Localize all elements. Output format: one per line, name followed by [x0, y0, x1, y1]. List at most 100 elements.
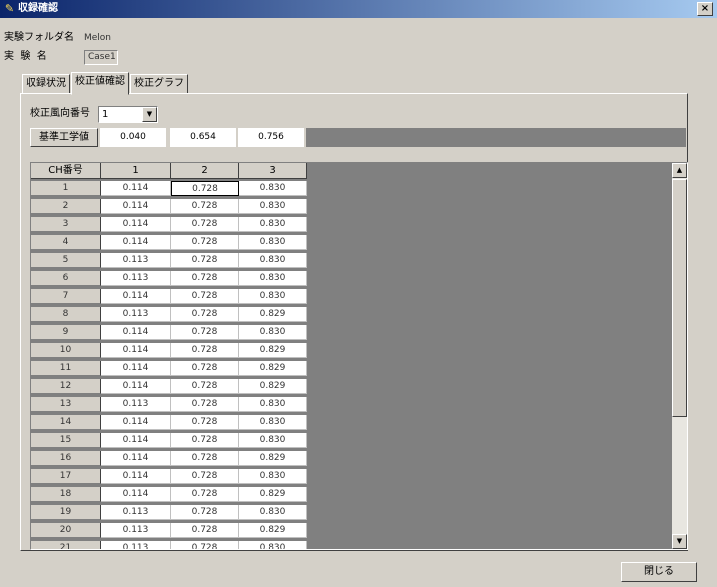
- grid-cell[interactable]: 0.113: [101, 307, 171, 322]
- row-header[interactable]: 16: [31, 451, 101, 466]
- grid-cell[interactable]: 0.728: [171, 325, 239, 340]
- grid-cell[interactable]: 0.829: [239, 361, 307, 376]
- grid-cell[interactable]: 0.728: [171, 307, 239, 322]
- grid-cell[interactable]: 0.728: [171, 397, 239, 412]
- wind-direction-label: 校正風向番号: [30, 108, 90, 119]
- grid-cell[interactable]: 0.113: [101, 397, 171, 412]
- row-header[interactable]: 19: [31, 505, 101, 520]
- grid-cell[interactable]: 0.830: [239, 217, 307, 232]
- scroll-down-icon[interactable]: ▼: [672, 534, 687, 549]
- row-header[interactable]: 4: [31, 235, 101, 250]
- grid-cell[interactable]: 0.113: [101, 541, 171, 549]
- grid-cell[interactable]: 0.830: [239, 289, 307, 304]
- grid-cell[interactable]: 0.830: [239, 325, 307, 340]
- grid-cell[interactable]: 0.830: [239, 271, 307, 286]
- row-header[interactable]: 11: [31, 361, 101, 376]
- grid-cell[interactable]: 0.114: [101, 217, 171, 232]
- grid-cell[interactable]: 0.728: [171, 343, 239, 358]
- grid-cell[interactable]: 0.114: [101, 433, 171, 448]
- grid-cell[interactable]: 0.830: [239, 433, 307, 448]
- window-close-button[interactable]: ×: [697, 2, 713, 16]
- grid-cell[interactable]: 0.113: [101, 271, 171, 286]
- row-header[interactable]: 17: [31, 469, 101, 484]
- grid-cell[interactable]: 0.114: [101, 343, 171, 358]
- grid-cell[interactable]: 0.728: [171, 217, 239, 232]
- grid-cell[interactable]: 0.728: [171, 487, 239, 502]
- row-header[interactable]: 12: [31, 379, 101, 394]
- grid-cell[interactable]: 0.830: [239, 541, 307, 549]
- tab-calibration-graph[interactable]: 校正グラフ: [130, 74, 188, 94]
- grid-cell[interactable]: 0.728: [171, 199, 239, 214]
- grid-cell[interactable]: 0.113: [101, 505, 171, 520]
- folder-value: Melon: [84, 33, 112, 43]
- row-header[interactable]: 21: [31, 541, 101, 549]
- grid-cell[interactable]: 0.830: [239, 469, 307, 484]
- grid-cell[interactable]: 0.114: [101, 199, 171, 214]
- grid-cell[interactable]: 0.113: [101, 523, 171, 538]
- column-header: 2: [171, 163, 239, 179]
- grid-cell[interactable]: 0.728: [171, 415, 239, 430]
- grid-cell[interactable]: 0.829: [239, 307, 307, 322]
- grid-cell[interactable]: 0.114: [101, 469, 171, 484]
- grid-cell[interactable]: 0.728: [171, 469, 239, 484]
- scroll-up-icon[interactable]: ▲: [672, 163, 687, 178]
- grid-cell[interactable]: 0.728: [171, 379, 239, 394]
- row-header[interactable]: 9: [31, 325, 101, 340]
- row-header[interactable]: 20: [31, 523, 101, 538]
- grid-cell[interactable]: 0.728: [171, 271, 239, 286]
- grid-cell[interactable]: 0.830: [239, 397, 307, 412]
- close-button[interactable]: 閉じる: [621, 562, 697, 582]
- grid-cell[interactable]: 0.728: [171, 523, 239, 538]
- grid-cell[interactable]: 0.830: [239, 415, 307, 430]
- row-header[interactable]: 3: [31, 217, 101, 232]
- vertical-scrollbar[interactable]: ▲ ▼: [672, 163, 687, 549]
- grid-cell[interactable]: 0.114: [101, 289, 171, 304]
- row-header[interactable]: 7: [31, 289, 101, 304]
- grid-cell[interactable]: 0.114: [101, 451, 171, 466]
- grid-cell[interactable]: 0.829: [239, 343, 307, 358]
- grid-cell[interactable]: 0.114: [101, 361, 171, 376]
- row-header[interactable]: 15: [31, 433, 101, 448]
- grid-cell[interactable]: 0.728: [171, 361, 239, 376]
- row-header[interactable]: 13: [31, 397, 101, 412]
- tab-calibration-values[interactable]: 校正値確認: [71, 72, 129, 95]
- grid-cell[interactable]: 0.728: [171, 181, 239, 196]
- grid-cell[interactable]: 0.113: [101, 253, 171, 268]
- scroll-thumb[interactable]: [672, 179, 687, 417]
- wind-direction-select[interactable]: 1 ▼: [98, 106, 158, 123]
- chevron-down-icon[interactable]: ▼: [142, 107, 157, 122]
- grid-cell[interactable]: 0.728: [171, 505, 239, 520]
- grid-cell[interactable]: 0.114: [101, 235, 171, 250]
- row-header[interactable]: 10: [31, 343, 101, 358]
- row-header[interactable]: 5: [31, 253, 101, 268]
- grid-cell[interactable]: 0.114: [101, 379, 171, 394]
- grid-cell[interactable]: 0.829: [239, 379, 307, 394]
- grid-cell[interactable]: 0.829: [239, 451, 307, 466]
- row-header[interactable]: 2: [31, 199, 101, 214]
- grid-cell[interactable]: 0.728: [171, 433, 239, 448]
- grid-cell[interactable]: 0.830: [239, 199, 307, 214]
- folder-label: 実験フォルダ名: [4, 32, 74, 43]
- grid-cell[interactable]: 0.728: [171, 235, 239, 250]
- row-header[interactable]: 8: [31, 307, 101, 322]
- row-header[interactable]: 14: [31, 415, 101, 430]
- grid-cell[interactable]: 0.830: [239, 505, 307, 520]
- grid-cell[interactable]: 0.114: [101, 325, 171, 340]
- grid-cell[interactable]: 0.829: [239, 487, 307, 502]
- tab-recording-status[interactable]: 収録状況: [22, 74, 70, 94]
- grid-cell[interactable]: 0.114: [101, 415, 171, 430]
- grid-cell[interactable]: 0.728: [171, 451, 239, 466]
- grid-cell[interactable]: 0.829: [239, 523, 307, 538]
- row-header[interactable]: 1: [31, 181, 101, 196]
- grid-cell[interactable]: 0.728: [171, 253, 239, 268]
- grid-cell[interactable]: 0.114: [101, 487, 171, 502]
- grid-cell[interactable]: 0.728: [171, 289, 239, 304]
- row-header[interactable]: 18: [31, 487, 101, 502]
- grid-cell[interactable]: 0.830: [239, 235, 307, 250]
- grid-cell[interactable]: 0.728: [171, 541, 239, 549]
- grid-cell[interactable]: 0.830: [239, 253, 307, 268]
- experiment-value: Case1: [84, 50, 118, 65]
- grid-cell[interactable]: 0.830: [239, 181, 307, 196]
- row-header[interactable]: 6: [31, 271, 101, 286]
- grid-cell[interactable]: 0.114: [101, 181, 171, 196]
